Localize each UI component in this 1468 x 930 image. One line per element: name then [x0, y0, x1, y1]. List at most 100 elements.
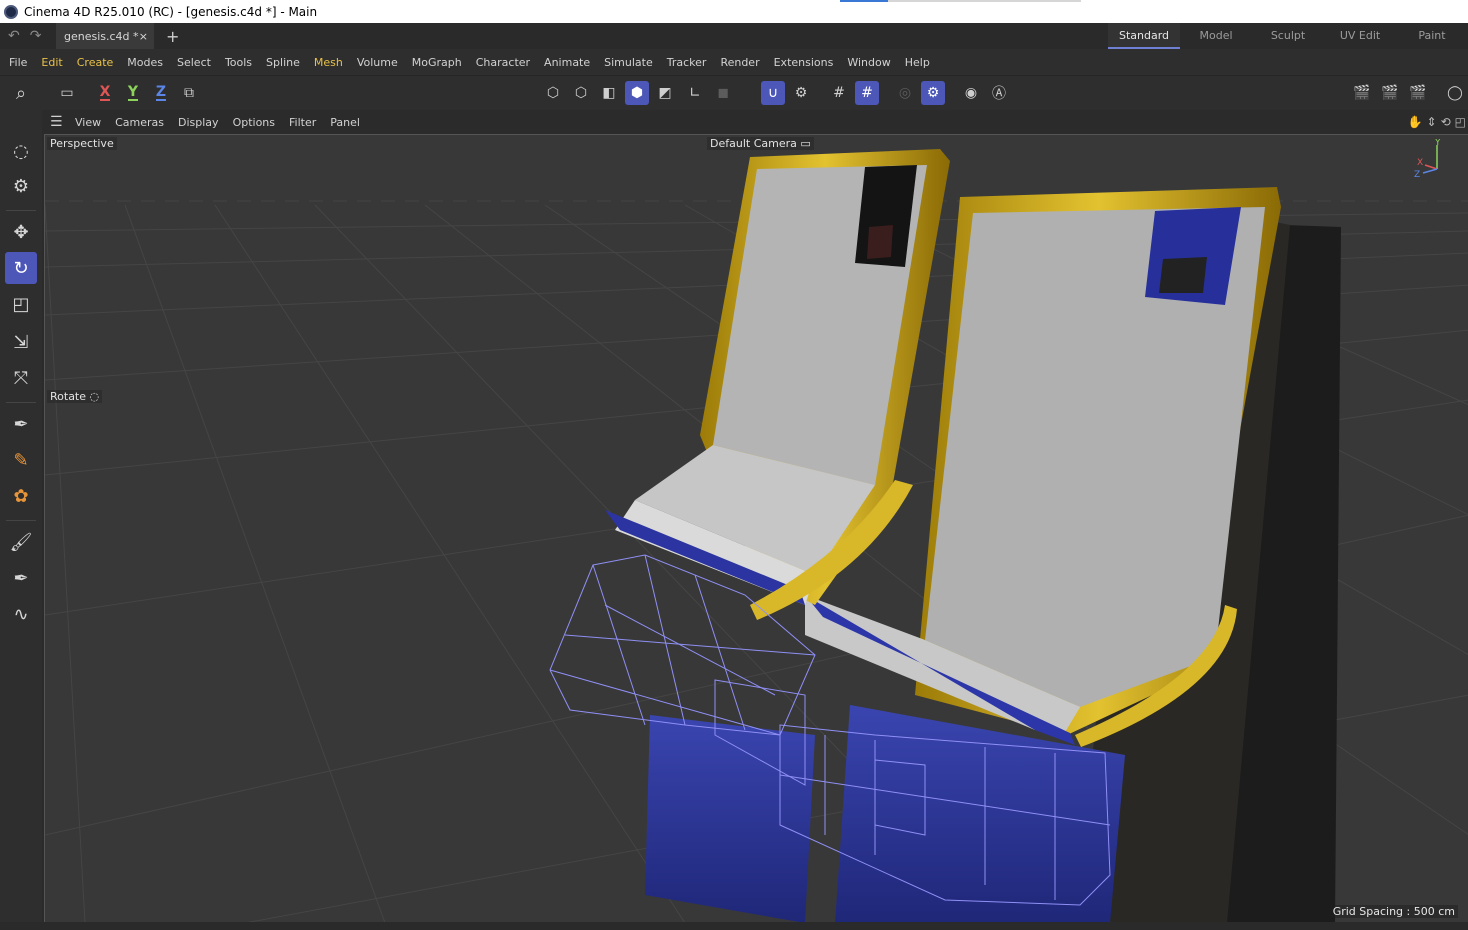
grid-spacing-readout: Grid Spacing : 500 cm	[1329, 905, 1458, 918]
spline-tools-icon[interactable]: ✿	[5, 480, 37, 512]
viewport-hamburger-icon[interactable]: ☰	[42, 114, 68, 130]
menu-render[interactable]: Render	[713, 56, 766, 69]
titlebar-accent	[840, 0, 888, 2]
uv-mode-icon[interactable]: ◩	[653, 81, 677, 105]
menu-mesh[interactable]: Mesh	[307, 56, 350, 69]
active-tool-label-text: Rotate	[50, 390, 87, 403]
axis-gizmo-z-label: Z	[1414, 170, 1420, 179]
menu-animate[interactable]: Animate	[537, 56, 597, 69]
bottom-strip	[0, 922, 1468, 930]
lock-z-axis-button[interactable]: Z	[149, 81, 173, 105]
workplane-grid-icon[interactable]: #	[827, 81, 851, 105]
orbit-icon[interactable]: ⟲	[1441, 115, 1451, 129]
menu-help[interactable]: Help	[898, 56, 937, 69]
selection-tools-icon[interactable]: ⚙	[5, 170, 37, 202]
menu-tracker[interactable]: Tracker	[660, 56, 714, 69]
render-view-icon[interactable]: 🎬	[1350, 81, 1374, 105]
polygons-mode-icon[interactable]: ◧	[597, 81, 621, 105]
left-tool-palette: ◌ ⚙ ✥ ↻ ◰ ⇲ ⤧ ✒ ✎ ✿ 🖌 ✒ ∿	[0, 110, 42, 930]
points-mode-icon[interactable]: ⬡	[541, 81, 565, 105]
workplane-snap-icon[interactable]: #	[855, 81, 879, 105]
menu-mograph[interactable]: MoGraph	[405, 56, 469, 69]
layout-tab-sculpt[interactable]: Sculpt	[1252, 23, 1324, 49]
viewport-menu-panel[interactable]: Panel	[323, 116, 367, 129]
visibility-eye-icon[interactable]: ◉	[959, 81, 983, 105]
lock-x-axis-button[interactable]: X	[93, 81, 117, 105]
undo-icon[interactable]: ↶	[8, 28, 20, 44]
menu-tools[interactable]: Tools	[218, 56, 259, 69]
menu-volume[interactable]: Volume	[350, 56, 405, 69]
transfer-tool-icon[interactable]: ⇲	[5, 326, 37, 358]
layout-tab-model[interactable]: Model	[1180, 23, 1252, 49]
snap-settings-icon[interactable]: ⚙	[789, 81, 813, 105]
menu-simulate[interactable]: Simulate	[597, 56, 660, 69]
cinema4d-logo-icon	[4, 4, 18, 19]
layout-switcher: Standard Model Sculpt UV Edit Paint	[1108, 23, 1468, 49]
layout-tab-uv-edit[interactable]: UV Edit	[1324, 23, 1396, 49]
viewport-menu-options[interactable]: Options	[226, 116, 282, 129]
menu-character[interactable]: Character	[469, 56, 537, 69]
redo-icon[interactable]: ↷	[30, 28, 42, 44]
axis-gizmo-z-line	[1422, 168, 1438, 174]
3d-viewport[interactable]: Perspective Default Camera ▭ Rotate ◌ Y …	[44, 134, 1468, 922]
menu-select[interactable]: Select	[170, 56, 218, 69]
viewport-scene[interactable]	[45, 135, 1468, 922]
scale-tool-icon[interactable]: ◰	[5, 288, 37, 320]
render-to-picture-viewer-icon[interactable]: 🎬	[1378, 81, 1402, 105]
placement-tool-icon[interactable]: ⤧	[5, 362, 37, 394]
menu-file[interactable]: File	[2, 56, 34, 69]
search-icon[interactable]: ⌕	[6, 78, 36, 108]
edit-render-settings-icon[interactable]: 🎬	[1406, 81, 1430, 105]
spline-smooth-icon[interactable]: ∿	[5, 598, 37, 630]
menu-extensions[interactable]: Extensions	[767, 56, 841, 69]
tool-separator	[6, 210, 36, 211]
model-mode-icon[interactable]: ▭	[55, 81, 79, 105]
close-tab-icon[interactable]: ×	[139, 30, 148, 43]
auto-key-icon[interactable]: Ⓐ	[987, 81, 1011, 105]
axis-gizmo-y-label: Y	[1434, 139, 1441, 148]
viewport-menu-filter[interactable]: Filter	[282, 116, 323, 129]
active-tool-label: Rotate ◌	[47, 390, 103, 403]
spline-pen-icon[interactable]: ✒	[5, 408, 37, 440]
rotate-tool-icon[interactable]: ↻	[5, 252, 37, 284]
menu-edit[interactable]: Edit	[34, 56, 69, 69]
maximize-viewport-icon[interactable]: ◰	[1455, 115, 1466, 129]
axis-gizmo-x-line	[1424, 164, 1438, 170]
window-titlebar: Cinema 4D R25.010 (RC) - [genesis.c4d *]…	[0, 0, 1468, 23]
render-settings-icon[interactable]: ◯	[1443, 81, 1467, 105]
soft-selection-icon[interactable]: ◎	[893, 81, 917, 105]
document-tab[interactable]: genesis.c4d * ×	[56, 23, 154, 49]
brush-tool-icon[interactable]: 🖌	[5, 526, 37, 558]
texture-mode-icon[interactable]: ◼	[711, 81, 735, 105]
new-tab-icon[interactable]: +	[166, 27, 179, 46]
snap-magnet-icon[interactable]: ∪	[761, 81, 785, 105]
layout-tab-paint[interactable]: Paint	[1396, 23, 1468, 49]
spline-sketch-icon[interactable]: ✎	[5, 444, 37, 476]
document-tab-label: genesis.c4d *	[64, 29, 139, 43]
menu-window[interactable]: Window	[840, 56, 897, 69]
viewport-navigation: ✋ ⇕ ⟲ ◰	[1408, 110, 1468, 134]
object-mode-icon[interactable]: ⬢	[625, 81, 649, 105]
layout-tab-standard[interactable]: Standard	[1108, 23, 1180, 49]
pan-hand-icon[interactable]: ✋	[1408, 115, 1423, 129]
viewport-menu-view[interactable]: View	[68, 116, 108, 129]
dolly-arrows-icon[interactable]: ⇕	[1427, 115, 1437, 129]
camera-label-text: Default Camera	[710, 137, 797, 150]
world-axis-gizmo: Y X Z	[1414, 139, 1441, 179]
coordinate-system-icon[interactable]: ⧉	[177, 81, 201, 105]
move-tool-icon[interactable]: ✥	[5, 216, 37, 248]
live-selection-icon[interactable]: ◌	[5, 135, 37, 167]
projection-label[interactable]: Perspective	[47, 137, 117, 150]
axis-gizmo-x-label: X	[1417, 158, 1423, 168]
lock-y-axis-button[interactable]: Y	[121, 81, 145, 105]
menu-modes[interactable]: Modes	[120, 56, 170, 69]
edges-mode-icon[interactable]: ⬡	[569, 81, 593, 105]
knife-tool-icon[interactable]: ✒	[5, 562, 37, 594]
viewport-menu-display[interactable]: Display	[171, 116, 226, 129]
symmetry-icon[interactable]: ⚙	[921, 81, 945, 105]
axis-mode-icon[interactable]: ∟	[683, 81, 707, 105]
camera-label[interactable]: Default Camera ▭	[707, 137, 814, 150]
viewport-menu-cameras[interactable]: Cameras	[108, 116, 171, 129]
menu-create[interactable]: Create	[70, 56, 121, 69]
menu-spline[interactable]: Spline	[259, 56, 307, 69]
